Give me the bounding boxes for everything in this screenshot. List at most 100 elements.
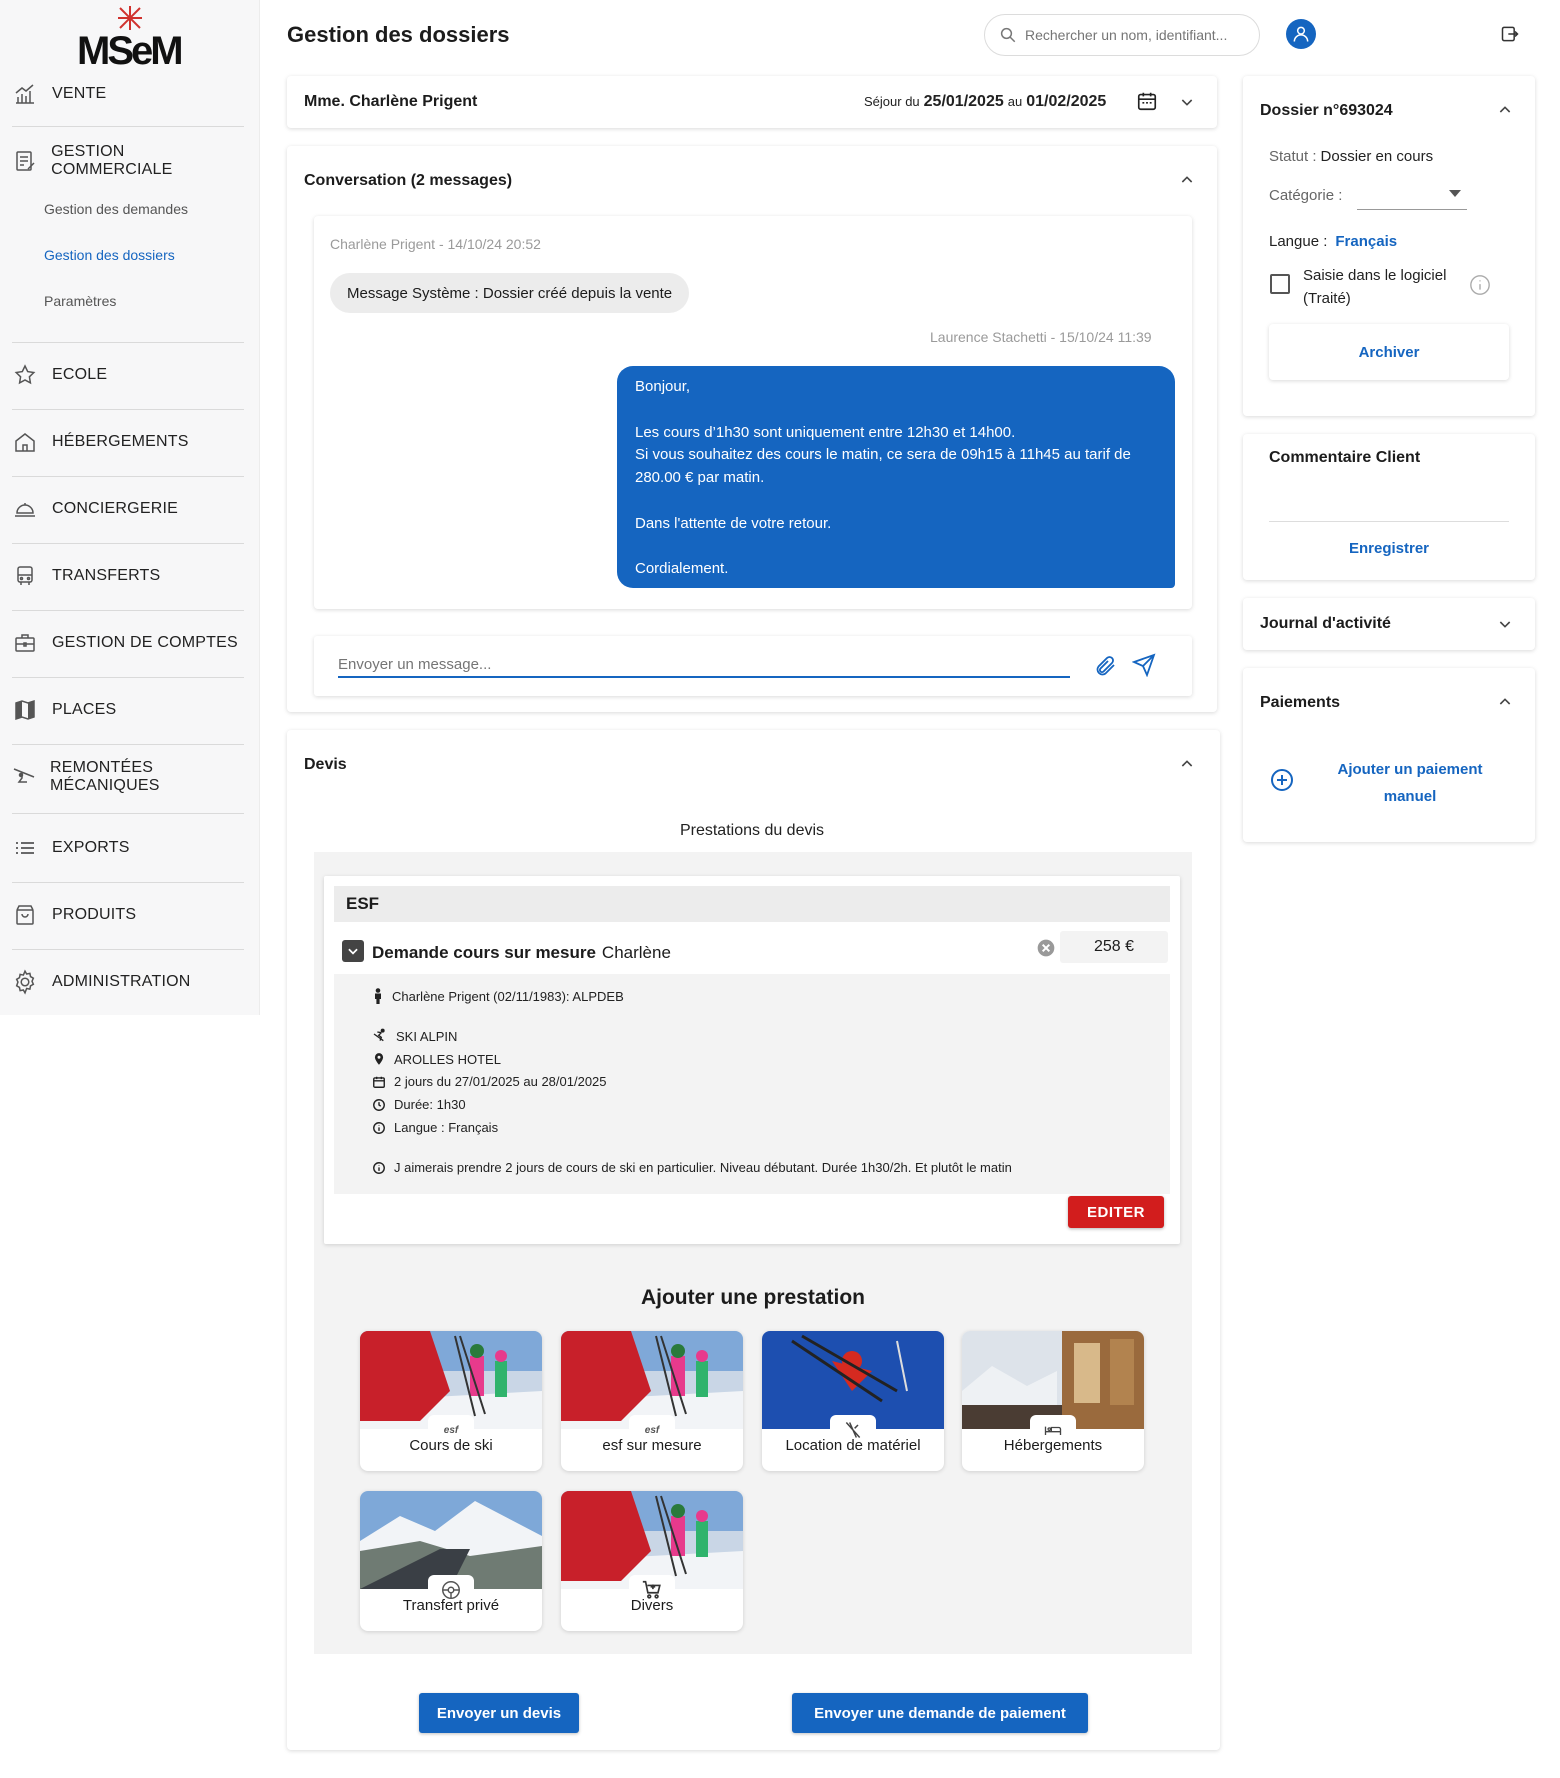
paperclip-icon[interactable] xyxy=(1094,654,1118,678)
devis-title: Devis xyxy=(304,756,347,773)
item-price[interactable]: 258 € xyxy=(1060,931,1168,963)
chevron-up-icon[interactable] xyxy=(1497,694,1513,710)
message-line: Dans l'attente de votre retour. xyxy=(635,514,832,532)
chevron-down-icon[interactable] xyxy=(1179,94,1195,110)
map-icon xyxy=(12,697,38,723)
svg-text:MSeM: MSeM xyxy=(77,29,181,68)
calendar-icon xyxy=(373,1076,385,1088)
add-circle-icon[interactable] xyxy=(1270,768,1294,792)
send-quote-button[interactable]: Envoyer un devis xyxy=(419,1693,579,1733)
detail-duration: Durée: 1h30 xyxy=(372,1097,466,1112)
calendar-icon[interactable] xyxy=(1136,90,1158,112)
category-label: Catégorie : xyxy=(1269,187,1343,204)
language-row: Langue : Français xyxy=(1269,233,1397,250)
star-icon xyxy=(12,362,38,388)
prestation-label: esf sur mesure xyxy=(602,1437,702,1454)
divider xyxy=(12,476,244,477)
sidebar-item-gestion-commerciale[interactable]: GESTION COMMERCIALE xyxy=(12,141,244,181)
sidebar-item-conciergerie[interactable]: CONCIERGERIE xyxy=(12,489,244,529)
divider xyxy=(12,543,244,544)
sidebar-item-label: VENTE xyxy=(52,85,107,102)
edit-button[interactable]: EDITER xyxy=(1068,1196,1164,1228)
user-account-button[interactable] xyxy=(1286,19,1316,49)
language-value-link[interactable]: Français xyxy=(1335,233,1397,250)
chevron-up-icon[interactable] xyxy=(1179,172,1195,188)
sidebar-item-label: PRODUITS xyxy=(52,906,137,923)
add-manual-payment-link[interactable]: Ajouter un paiement manuel xyxy=(1317,756,1503,810)
message-line: Bonjour, xyxy=(635,378,691,395)
search-input[interactable] xyxy=(1025,27,1245,43)
archive-button[interactable]: Archiver xyxy=(1269,324,1509,380)
divider xyxy=(12,949,244,950)
sidebar-item-ecole[interactable]: ECOLE xyxy=(12,355,244,395)
sidebar-item-vente[interactable]: VENTE xyxy=(12,74,244,114)
client-comment-textarea[interactable] xyxy=(1269,482,1509,522)
group-header: ESF xyxy=(334,886,1170,922)
item-person: Charlène xyxy=(601,943,671,962)
msem-logo[interactable]: MSeM xyxy=(76,6,186,68)
add-payment-line: manuel xyxy=(1383,788,1437,805)
item-toggle-checkbox[interactable] xyxy=(342,940,364,962)
send-payment-request-button[interactable]: Envoyer une demande de paiement xyxy=(792,1693,1088,1733)
sidebar-item-label: HÉBERGEMENTS xyxy=(52,433,189,450)
message-meta: Laurence Stachetti - 15/10/24 11:39 xyxy=(930,329,1152,345)
send-icon[interactable] xyxy=(1132,653,1156,677)
search-box[interactable] xyxy=(984,14,1260,56)
prestation-tile-divers[interactable]: Divers xyxy=(561,1491,743,1631)
prestation-tile-transfert-prive[interactable]: Transfert privé xyxy=(360,1491,542,1631)
prestation-tile-hebergements[interactable]: Hébergements xyxy=(962,1331,1144,1471)
activity-log-panel[interactable]: Journal d'activité xyxy=(1243,598,1535,650)
sidebar-item-administration[interactable]: ADMINISTRATION xyxy=(12,962,244,1002)
save-comment-button[interactable]: Enregistrer xyxy=(1243,540,1535,558)
remove-circle-icon[interactable] xyxy=(1036,938,1056,958)
sidebar: MSeM VENTE GESTION COMMERCIALE Gestion d… xyxy=(0,0,260,1015)
sidebar-item-label: ADMINISTRATION xyxy=(52,973,191,990)
list-icon xyxy=(12,835,38,861)
gear-icon xyxy=(12,969,38,995)
prestation-label: Cours de ski xyxy=(409,1437,493,1454)
divider xyxy=(12,882,244,883)
sent-message-bubble: Bonjour, Les cours d’1h30 sont uniquemen… xyxy=(617,366,1175,588)
message-line: Si vous souhaitez des cours le matin, ce… xyxy=(635,446,1131,464)
sidebar-item-transferts[interactable]: TRANSFERTS xyxy=(12,556,244,596)
info-icon[interactable] xyxy=(1469,274,1491,296)
prestation-tile-esf-sur-mesure[interactable]: esf esf sur mesure xyxy=(561,1331,743,1471)
sidebar-item-exports[interactable]: EXPORTS xyxy=(12,828,244,868)
subnav-gestion-des-demandes[interactable]: Gestion des demandes xyxy=(44,201,188,217)
prestation-tile-cours-de-ski[interactable]: esf Cours de ski xyxy=(360,1331,542,1471)
detail-location: AROLLES HOTEL xyxy=(372,1051,501,1067)
chevron-up-icon[interactable] xyxy=(1497,102,1513,118)
sidebar-item-places[interactable]: PLACES xyxy=(12,690,244,730)
logout-icon[interactable] xyxy=(1500,24,1520,44)
caret-down-icon xyxy=(1449,190,1461,197)
subnav-parametres[interactable]: Paramètres xyxy=(44,293,116,309)
chevron-down-icon xyxy=(348,948,358,955)
message-line xyxy=(635,490,1157,513)
prestation-tile-location-de-materiel[interactable]: Location de matériel xyxy=(762,1331,944,1471)
service-bell-icon xyxy=(12,496,38,522)
message-line: 280.00 € par matin. xyxy=(635,469,765,487)
detail-text: J aimerais prendre 2 jours de cours de s… xyxy=(394,1160,1012,1175)
message-input[interactable] xyxy=(338,652,1070,678)
save-comment-label: Enregistrer xyxy=(1348,540,1430,557)
processed-label-line: (Traité) xyxy=(1303,290,1351,307)
activity-log-title: Journal d'activité xyxy=(1260,615,1391,632)
status-row: Statut : Dossier en cours xyxy=(1269,148,1433,165)
category-select[interactable] xyxy=(1357,180,1467,210)
sidebar-item-hebergements[interactable]: HÉBERGEMENTS xyxy=(12,422,244,462)
chevron-down-icon[interactable] xyxy=(1497,616,1513,632)
divider xyxy=(12,744,244,745)
house-icon xyxy=(12,429,38,455)
chevron-up-icon[interactable] xyxy=(1179,756,1195,772)
subnav-gestion-des-dossiers[interactable]: Gestion des dossiers xyxy=(44,247,175,263)
message-line: Cordialement. xyxy=(635,560,729,578)
sidebar-item-label: ECOLE xyxy=(52,366,108,383)
sidebar-item-remontees-mecaniques[interactable]: REMONTÉES MÉCANIQUES xyxy=(12,757,244,797)
prestation-label: Location de matériel xyxy=(785,1437,921,1454)
divider xyxy=(12,610,244,611)
divider xyxy=(12,677,244,678)
client-bar: Mme. Charlène Prigent Séjour du 25/01/20… xyxy=(287,76,1217,128)
processed-checkbox[interactable] xyxy=(1270,274,1290,294)
sidebar-item-produits[interactable]: PRODUITS xyxy=(12,895,244,935)
sidebar-item-gestion-de-comptes[interactable]: GESTION DE COMPTES xyxy=(12,623,244,663)
